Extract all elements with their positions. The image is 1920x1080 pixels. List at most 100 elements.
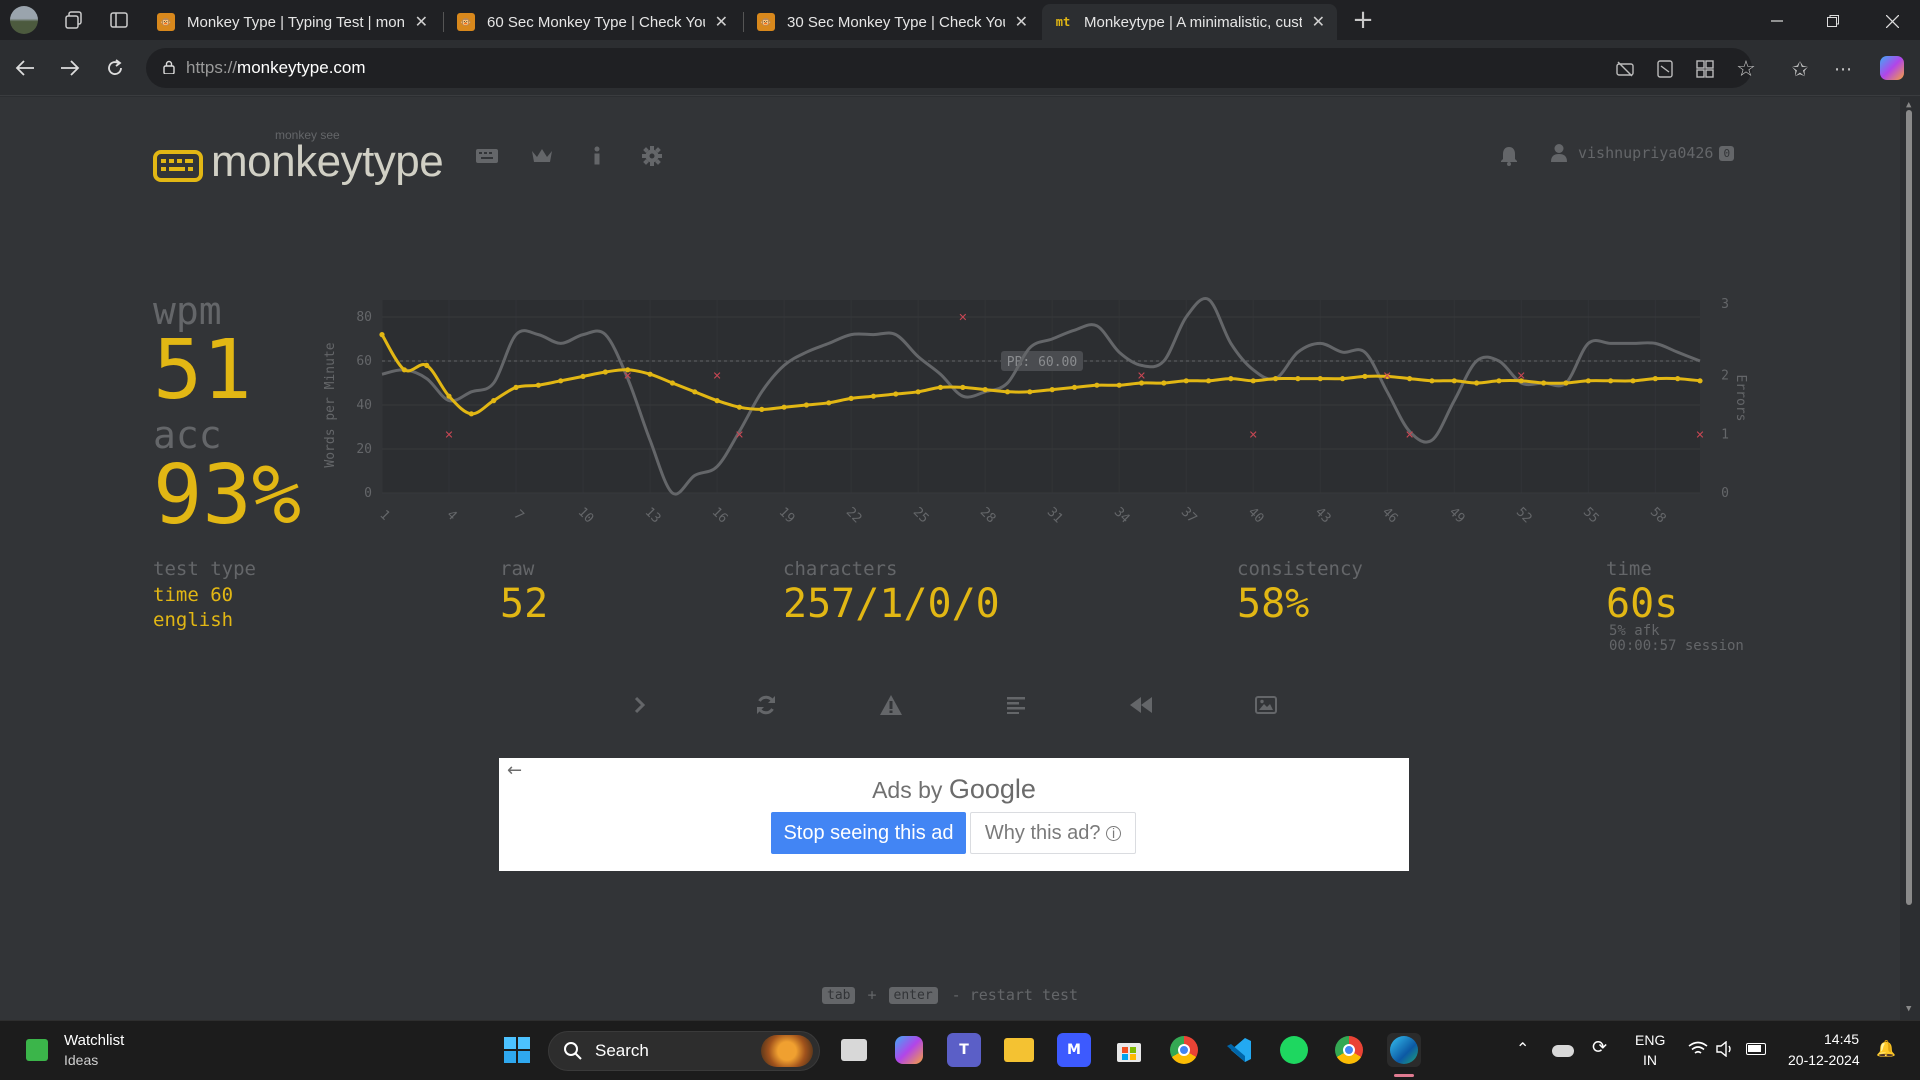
address-input[interactable]: https://monkeytype.com [146,48,1752,88]
wpm-point [803,402,810,408]
taskbar-search[interactable]: Search [548,1031,820,1071]
account-button[interactable]: vishnupriya0426 0 [1550,143,1735,163]
chrome-icon[interactable] [1167,1033,1201,1067]
wpm-point [1362,373,1368,379]
forward-icon[interactable] [55,54,85,82]
wpm-point [1585,378,1591,384]
hint-text: - restart test [951,986,1079,1004]
sync-status-icon[interactable]: ⟳ [1592,1037,1607,1058]
apps-icon[interactable] [1692,56,1718,82]
notification-bell-icon[interactable]: 🔔 [1876,1039,1896,1059]
logo-tagline: monkey see [275,128,340,142]
close-tab-icon[interactable]: ✕ [1015,12,1028,32]
m-app-icon[interactable]: M [1057,1033,1091,1067]
language-code[interactable]: ENG [1635,1032,1665,1048]
vscode-icon[interactable] [1222,1033,1256,1067]
refresh-icon[interactable] [100,54,130,82]
volume-icon[interactable] [1716,1040,1734,1061]
scroll-down-icon[interactable]: ▼ [1906,1004,1911,1014]
settings-gear-icon[interactable] [637,143,667,169]
error-point: ✕ [958,311,967,324]
restore-icon[interactable] [1818,6,1848,36]
workspaces-icon[interactable] [60,6,88,34]
windows-start-icon[interactable] [500,1033,534,1067]
y-tick-label: 40 [356,398,372,413]
onedrive-icon[interactable] [1552,1045,1574,1057]
copilot-icon[interactable] [1877,53,1907,83]
browser-tab-active[interactable]: mt Monkeytype | A minimalistic, cust ✕ [1042,4,1337,40]
repeat-test-button[interactable] [751,690,781,720]
widget-title: Watchlist [64,1032,125,1049]
practice-words-button[interactable] [876,690,906,720]
close-tab-icon[interactable]: ✕ [715,12,728,32]
wifi-icon[interactable] [1688,1041,1708,1061]
minimize-icon[interactable] [1762,6,1792,36]
screenshot-button[interactable] [1251,690,1281,720]
wpm-point [759,406,765,412]
battery-icon[interactable] [1746,1043,1766,1055]
task-view-icon[interactable] [837,1033,871,1067]
browser-tab[interactable]: 🐵 30 Sec Monkey Type | Check Your ✕ [745,4,1040,40]
clock-time[interactable]: 14:45 [1824,1031,1859,1047]
sync-icon [757,695,775,715]
monkeytype-logo[interactable]: monkey see monkeytype [153,128,444,184]
wpm-chart: 02040608001231 4 7 10 13 16 19 22 25 28 31 34 37 40 43… [323,296,1748,527]
replay-button[interactable] [1126,690,1156,720]
x-tick-label: 16 [709,505,731,527]
favorite-star-icon[interactable]: ☆ [1732,55,1760,83]
test-type-label: test type [153,558,256,580]
chrome-icon-2[interactable] [1332,1033,1366,1067]
profile-avatar[interactable] [8,5,40,35]
more-icon[interactable]: ⋯ [1828,55,1858,83]
next-test-button[interactable] [625,690,655,720]
close-tab-icon[interactable]: ✕ [1312,12,1325,32]
browser-tab[interactable]: 🐵 Monkey Type | Typing Test | monk ✕ [145,4,440,40]
afk-percent: 5% afk [1609,623,1660,639]
copilot-app-icon[interactable] [892,1033,926,1067]
notifications-bell-icon[interactable] [1494,143,1524,169]
clock-date[interactable]: 20-12-2024 [1788,1052,1860,1068]
why-this-ad-button[interactable]: Why this ad? i [970,812,1136,854]
camera-off-icon[interactable] [1612,56,1638,82]
show-hidden-icons-icon[interactable]: ⌃ [1516,1039,1529,1059]
vertical-tabs-icon[interactable] [105,6,133,34]
y2-tick-label: 2 [1721,369,1729,384]
close-window-icon[interactable] [1877,6,1907,36]
words-history-button[interactable] [1001,690,1031,720]
microsoft-store-icon[interactable] [1112,1033,1146,1067]
file-explorer-icon[interactable] [1002,1033,1036,1067]
favorites-icon[interactable]: ✩ [1785,55,1815,83]
watchlist-widget[interactable]: Watchlist Ideas [20,1029,160,1073]
error-point: ✕ [444,428,453,441]
test-type-language[interactable]: english [153,608,233,633]
reading-view-icon[interactable] [1652,56,1678,82]
ads-by-text: Ads by [872,777,943,803]
crown-icon[interactable] [527,143,557,169]
hint-plus: + [867,986,877,1004]
spotify-icon[interactable] [1277,1033,1311,1067]
wpm-point [1429,378,1435,384]
new-tab-button[interactable]: + [1348,4,1378,36]
wpm-point [446,393,452,399]
region-code[interactable]: IN [1643,1052,1657,1068]
error-point: ✕ [1405,428,1414,441]
info-icon[interactable] [582,143,612,169]
wpm-point [1071,384,1078,390]
keyboard-icon[interactable] [472,143,502,169]
x-tick-label: 22 [843,505,865,527]
x-tick-label: 49 [1446,505,1468,527]
wpm-point [937,384,944,390]
x-tick-label: 55 [1580,505,1602,527]
edge-icon[interactable] [1387,1033,1421,1067]
scroll-up-icon[interactable]: ▲ [1906,100,1911,110]
scrollbar-thumb[interactable] [1906,110,1912,905]
test-type-mode[interactable]: time 60 [153,583,233,608]
browser-tab[interactable]: 🐵 60 Sec Monkey Type | Check Your ✕ [445,4,740,40]
close-tab-icon[interactable]: ✕ [415,12,428,32]
wpm-point [1094,382,1100,388]
wpm-point [1049,387,1055,393]
x-tick-label: 52 [1513,505,1535,527]
back-icon[interactable] [10,54,40,82]
stop-seeing-ad-button[interactable]: Stop seeing this ad [771,812,966,854]
teams-icon[interactable]: T [947,1033,981,1067]
